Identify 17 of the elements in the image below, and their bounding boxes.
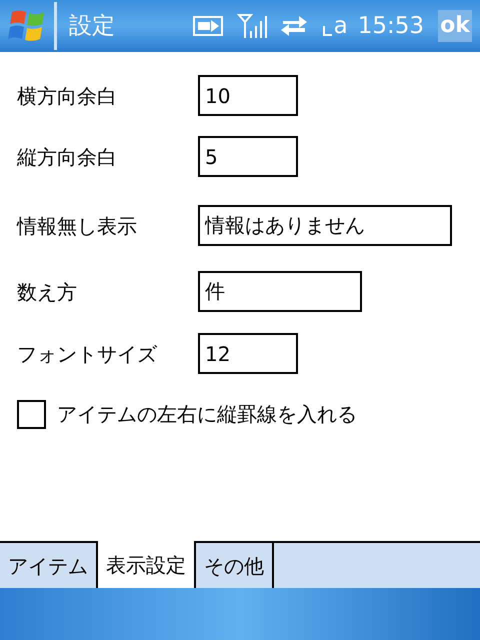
battery-icon[interactable]: [192, 16, 225, 36]
sync-arrows-icon[interactable]: [278, 13, 309, 39]
tab[interactable]: 表示設定: [98, 541, 196, 588]
field-label: フォントサイズ: [17, 340, 158, 368]
field-label: 縦方向余白: [17, 144, 118, 170]
text-field[interactable]: 12: [198, 333, 298, 374]
text-field[interactable]: 件: [198, 271, 362, 312]
field-label: 情報無し表示: [17, 212, 138, 240]
space-bracket-icon: [322, 26, 333, 36]
text-field[interactable]: 10: [198, 75, 298, 116]
field-label: 数え方: [17, 278, 78, 306]
checkbox-label: アイテムの左右に縦罫線を入れる: [57, 401, 357, 428]
checkbox[interactable]: [17, 400, 46, 428]
window-title: 設定: [69, 12, 115, 41]
signal-icon[interactable]: [236, 13, 269, 39]
text-field[interactable]: 5: [198, 136, 298, 177]
field-label: 横方向余白: [17, 82, 118, 110]
